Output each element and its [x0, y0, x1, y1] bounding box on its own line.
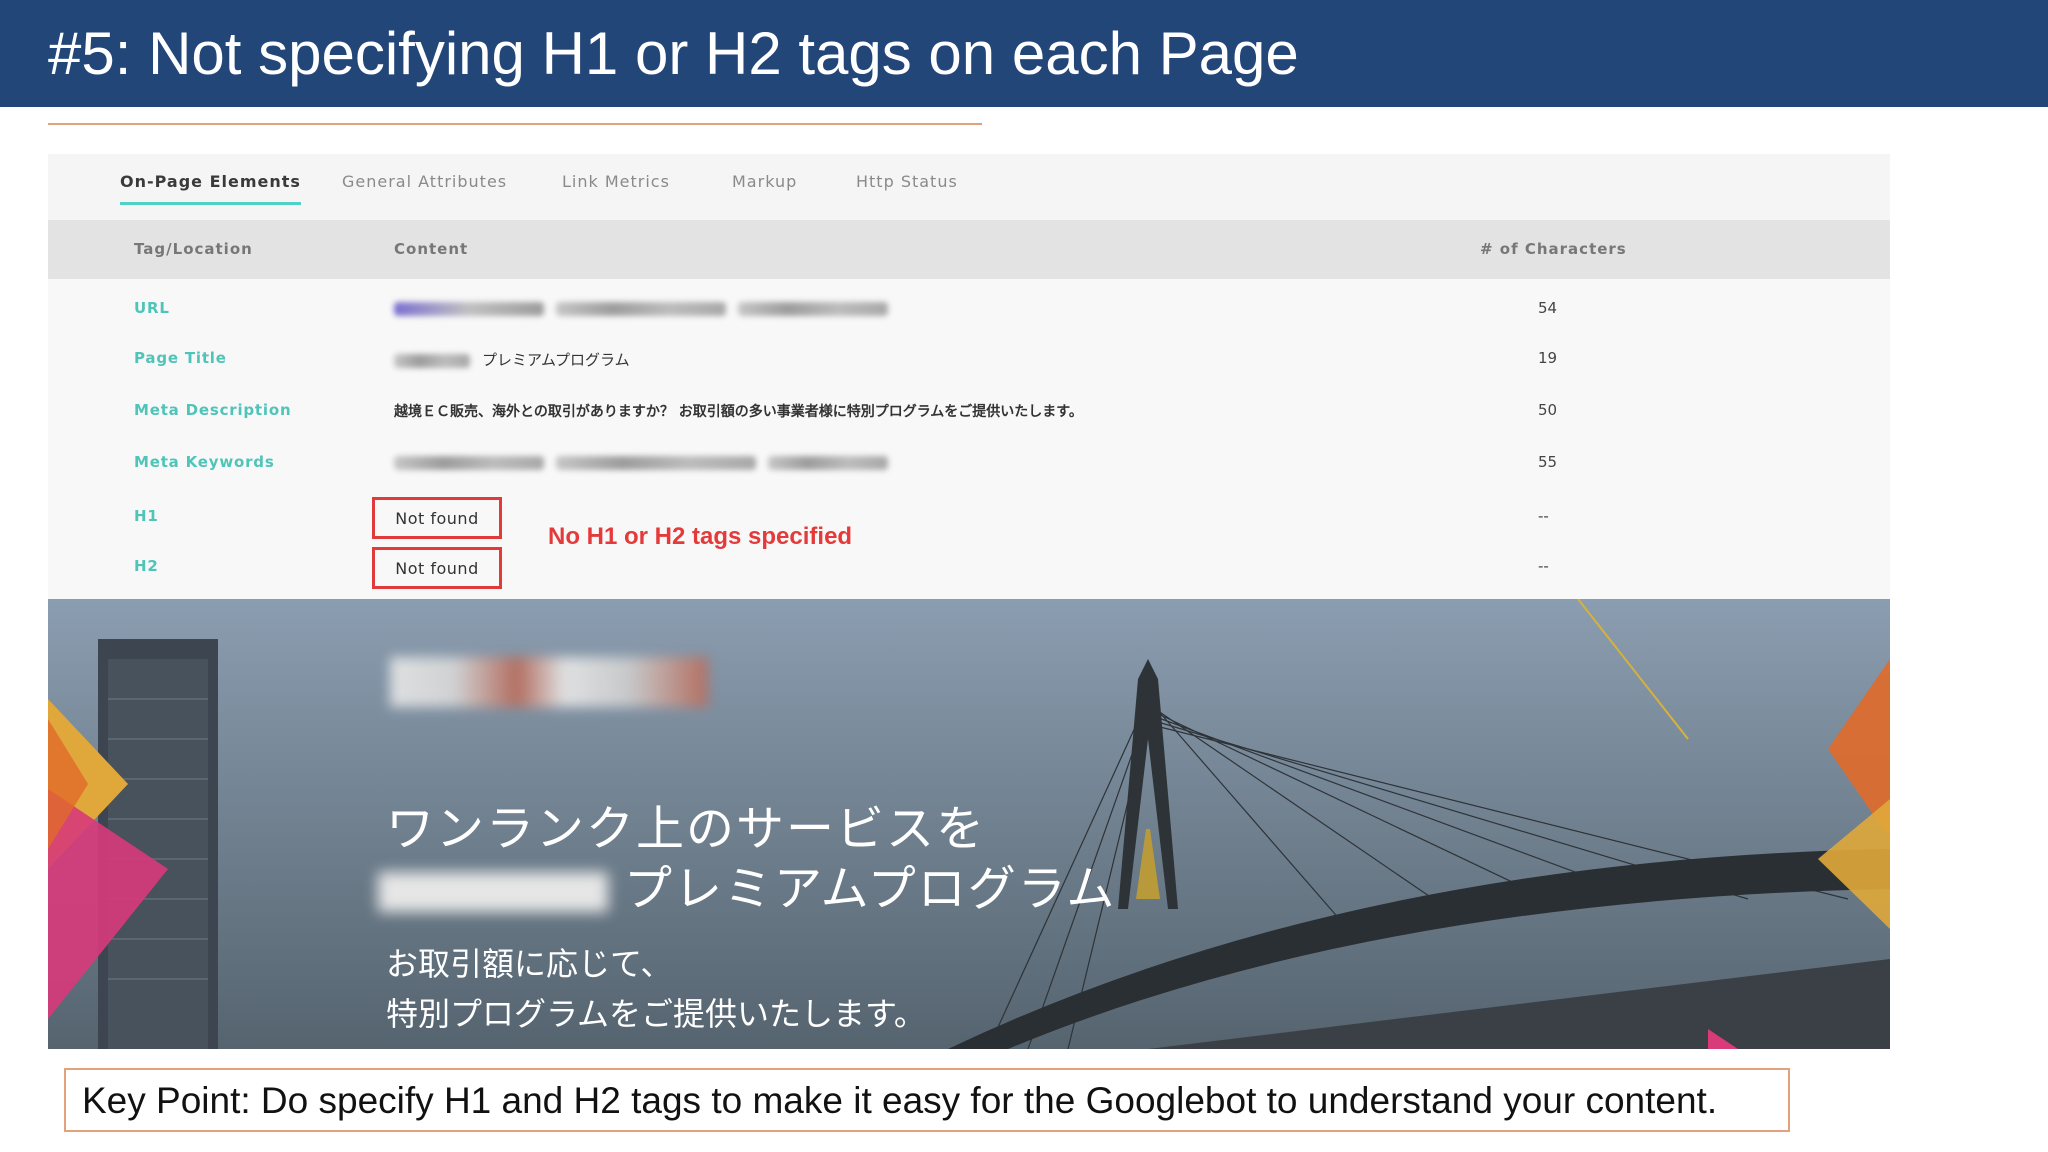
row-count: 19: [1538, 349, 1558, 367]
table-row: H2 Not found --: [48, 543, 1890, 593]
row-tag: URL: [134, 299, 170, 317]
header-content: Content: [394, 240, 469, 258]
row-count: 50: [1538, 401, 1558, 419]
h2-not-found-box: Not found: [372, 547, 502, 589]
tab-bar: On-Page Elements General Attributes Link…: [48, 154, 1890, 220]
tab-general-attributes[interactable]: General Attributes: [342, 172, 507, 202]
key-point-text: Key Point: Do specify H1 and H2 tags to …: [82, 1080, 1718, 1121]
row-tag: H2: [134, 557, 159, 575]
row-tag: Meta Keywords: [134, 453, 275, 471]
row-count: --: [1538, 557, 1549, 575]
table-row: H1 Not found --: [48, 493, 1890, 543]
tab-http-status[interactable]: Http Status: [856, 172, 958, 202]
red-annotation: No H1 or H2 tags specified: [548, 523, 853, 550]
slide-title: #5: Not specifying H1 or H2 tags on each…: [48, 20, 1299, 87]
table-header: Tag/Location Content # of Characters: [48, 220, 1890, 279]
redacted-brand-name: [378, 872, 608, 912]
seo-tool-screenshot: On-Page Elements General Attributes Link…: [48, 154, 1890, 1049]
tab-on-page-elements[interactable]: On-Page Elements: [120, 172, 301, 205]
row-content-redacted: [394, 453, 900, 471]
row-count: 55: [1538, 453, 1558, 471]
table-row: Meta Keywords 55: [48, 443, 1890, 483]
redacted-logo: [390, 657, 708, 707]
title-underline: [48, 123, 982, 125]
row-tag: Page Title: [134, 349, 227, 367]
hero-banner-image: ワンランク上のサービスを プレミアムプログラム お取引額に応じて、 特別プログラ…: [48, 599, 1890, 1049]
redacted-url: [394, 301, 544, 316]
redacted-keywords: [394, 455, 544, 470]
key-point-box: Key Point: Do specify H1 and H2 tags to …: [64, 1068, 1790, 1132]
tab-link-metrics[interactable]: Link Metrics: [562, 172, 670, 202]
table-row: Meta Description 越境ＥＣ販売、海外との取引がありますか？ お取…: [48, 391, 1890, 431]
redacted-brand: [394, 353, 470, 368]
hero-subtext-2: 特別プログラムをご提供いたします。: [386, 995, 926, 1033]
table-body: URL 54 Page Title プレミアムプログラム 19 Meta Des…: [48, 279, 1890, 604]
hero-headline-2: プレミアムプログラム: [378, 849, 1116, 919]
header-char-count: # of Characters: [1480, 240, 1627, 258]
tab-markup[interactable]: Markup: [732, 172, 797, 202]
row-content-redacted: [394, 299, 900, 317]
row-count: 54: [1538, 299, 1558, 317]
row-count: --: [1538, 507, 1549, 525]
table-row: URL 54: [48, 289, 1890, 329]
row-tag: H1: [134, 507, 159, 525]
h1-not-found-box: Not found: [372, 497, 502, 539]
row-content: プレミアムプログラム: [394, 349, 630, 370]
header-tag-location: Tag/Location: [134, 240, 253, 258]
table-row: Page Title プレミアムプログラム 19: [48, 339, 1890, 379]
row-tag: Meta Description: [134, 401, 292, 419]
hero-subtext-1: お取引額に応じて、: [386, 945, 673, 983]
slide-header: #5: Not specifying H1 or H2 tags on each…: [0, 0, 2048, 107]
row-content: 越境ＥＣ販売、海外との取引がありますか？ お取引額の多い事業者様に特別プログラム…: [394, 404, 1083, 420]
